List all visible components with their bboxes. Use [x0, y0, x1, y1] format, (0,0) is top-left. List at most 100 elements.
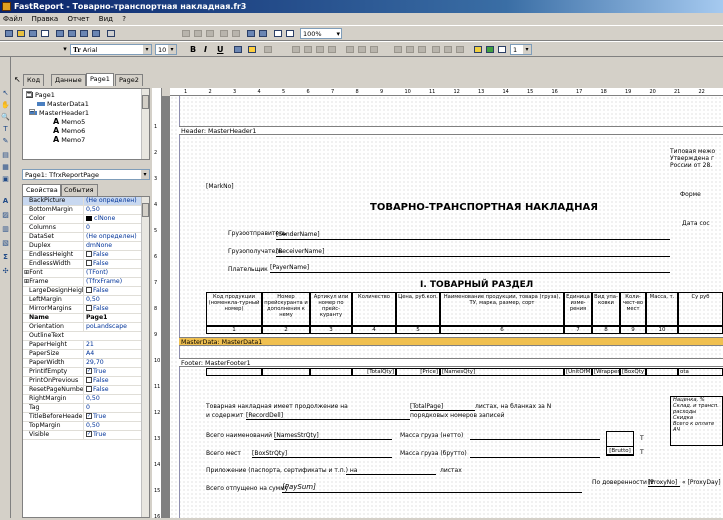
tree-node-memo6[interactable]: A Memo6: [53, 127, 85, 136]
preview-icon[interactable]: [39, 28, 51, 39]
prop-row[interactable]: PrintOnPrevious False: [23, 377, 142, 386]
footer-cell[interactable]: [646, 368, 678, 376]
subreport-object-icon[interactable]: ▥: [1, 225, 10, 234]
totals-box[interactable]: Наценка, % Склад. и трансп. расходы Скид…: [670, 396, 723, 446]
tree-node-masterheader1[interactable]: − MasterHeader1: [29, 109, 89, 117]
memo-corner-1[interactable]: Типовая межо: [670, 148, 715, 155]
text-object-icon[interactable]: A: [1, 197, 10, 206]
align-right-icon[interactable]: [314, 44, 326, 55]
cut-icon[interactable]: [180, 28, 192, 39]
memo-places-total[interactable]: Всего мест: [206, 450, 241, 457]
new-page-icon[interactable]: [54, 28, 66, 39]
new-dialog-icon[interactable]: [66, 28, 78, 39]
prop-row[interactable]: Tag 0: [23, 404, 142, 413]
memo-names-str[interactable]: [NamesStrQty]: [274, 432, 319, 439]
align-left-icon[interactable]: [290, 44, 302, 55]
bold-button[interactable]: B: [190, 43, 196, 56]
prop-row[interactable]: EndlessWidth False: [23, 260, 142, 269]
copy-icon[interactable]: [192, 28, 204, 39]
prop-row[interactable]: ⊞Font (TFont): [23, 269, 142, 278]
memo-proxy-day[interactable]: « [ProxyDay]: [682, 479, 721, 486]
page-settings-icon[interactable]: [90, 28, 102, 39]
footer-box-qty[interactable]: [BoxQty]: [620, 368, 646, 376]
memo-sheets[interactable]: листах: [440, 467, 462, 474]
col-header-7[interactable]: Единица изме-рения: [564, 292, 592, 326]
prop-row[interactable]: Visible ✓ True: [23, 431, 142, 440]
prop-row[interactable]: TopMargin 0,50: [23, 422, 142, 431]
select-tool-icon[interactable]: ↖: [1, 89, 10, 98]
prop-row[interactable]: RightMargin 0,50: [23, 395, 142, 404]
save-icon[interactable]: [27, 28, 39, 39]
tree-node-memo7[interactable]: A Memo7: [53, 136, 85, 145]
checkbox-checked[interactable]: ✓: [86, 368, 92, 374]
footer-unit[interactable]: [UnitOfM]: [564, 368, 592, 376]
zoom-select[interactable]: 100%: [300, 28, 342, 39]
col-header-8[interactable]: Вид упа-ковки: [592, 292, 620, 326]
checkbox[interactable]: [86, 377, 92, 383]
memo-proxy-text[interactable]: По доверенности N: [592, 479, 653, 486]
col-header-9[interactable]: Коли-чест-во мест: [620, 292, 646, 326]
col-header-10[interactable]: Масса, т.: [646, 292, 678, 326]
memo-payer-value[interactable]: [PayerName]: [270, 264, 309, 271]
style-dropdown-icon[interactable]: ▾: [60, 44, 70, 55]
frame-style-icon[interactable]: [496, 44, 508, 55]
object-selector[interactable]: Page1: TfrxReportPage ▾: [22, 169, 150, 180]
prop-row[interactable]: EndlessHeight False: [23, 251, 142, 260]
memo-released[interactable]: Всего отпущено на сумму: [206, 485, 288, 492]
font-size-select[interactable]: 10 ▾: [155, 44, 177, 55]
checkbox[interactable]: [86, 260, 92, 266]
new-report-icon[interactable]: [3, 28, 15, 39]
tree-scrollbar[interactable]: [141, 89, 149, 159]
col-header-3[interactable]: Артикул или номер по прейс-куранту: [310, 292, 352, 326]
fill-color-icon[interactable]: [472, 44, 484, 55]
footer-total[interactable]: ota: [678, 368, 723, 376]
footer-names-qty[interactable]: [NamesQty]: [440, 368, 564, 376]
font-settings-icon[interactable]: [232, 44, 244, 55]
checkbox[interactable]: [86, 251, 92, 257]
picture-object-icon[interactable]: ▨: [1, 211, 10, 220]
memo-record-dell[interactable]: [RecordDell]: [246, 412, 283, 419]
menu-edit[interactable]: Правка: [32, 15, 59, 23]
collapse-icon[interactable]: −: [29, 109, 35, 115]
align-bottom-icon[interactable]: [368, 44, 380, 55]
tab-events[interactable]: События: [60, 184, 98, 196]
scrollbar-thumb[interactable]: [142, 203, 149, 217]
ungroup-icon[interactable]: [257, 28, 269, 39]
tab-page1[interactable]: Page1: [86, 73, 114, 86]
memo-proxy-no[interactable]: [ProxyNo]: [648, 479, 677, 486]
memo-sheets-text[interactable]: листах, на бланках за N: [475, 403, 551, 410]
frame-width-select[interactable]: 1 ▾: [510, 44, 532, 55]
band-masterdata[interactable]: MasterData: MasterData1: [179, 337, 723, 346]
prop-row[interactable]: ResetPageNumbersFalse: [23, 386, 142, 395]
memo-mark-no[interactable]: [MarkNo]: [206, 183, 234, 190]
scrollbar-thumb[interactable]: [142, 95, 149, 109]
memo-attachment[interactable]: Приложение (паспорта, сертификаты и т.п.…: [206, 467, 357, 474]
memo-unit-t1[interactable]: Т: [640, 435, 644, 442]
memo-pay-sum[interactable]: [PaySum]: [282, 484, 316, 491]
undo-icon[interactable]: [218, 28, 230, 39]
underline-button[interactable]: U: [217, 43, 224, 56]
frame-none-icon[interactable]: [454, 44, 466, 55]
shape-object-icon[interactable]: ✣: [1, 267, 10, 276]
checkbox[interactable]: [86, 287, 92, 293]
checkbox[interactable]: [86, 305, 92, 311]
frame-color-icon[interactable]: [484, 44, 496, 55]
menu-view[interactable]: Вид: [99, 15, 113, 23]
align-center-icon[interactable]: [302, 44, 314, 55]
report-page[interactable]: Header: MasterHeader1 Типовая межо Утвер…: [170, 96, 723, 518]
redo-icon[interactable]: [230, 28, 242, 39]
prop-row[interactable]: LargeDesignHeight False: [23, 287, 142, 296]
rotate-icon[interactable]: [262, 44, 274, 55]
show-grid-icon[interactable]: [272, 28, 284, 39]
highlight-icon[interactable]: [246, 44, 258, 55]
memo-total-page[interactable]: [TotalPage]: [410, 403, 443, 410]
hand-tool-icon[interactable]: ✋: [1, 101, 10, 110]
col-header-2[interactable]: Номер прейскуранта и дополнения к нему: [262, 292, 310, 326]
font-name-select[interactable]: Tr Arial ▾: [70, 44, 152, 55]
prop-row[interactable]: PaperWidth 29,70: [23, 359, 142, 368]
paste-icon[interactable]: [204, 28, 216, 39]
memo-forma[interactable]: Форме: [680, 191, 701, 198]
tab-code[interactable]: Код: [23, 74, 45, 86]
prop-row[interactable]: ⊞Frame (TfrxFrame): [23, 278, 142, 287]
inspector-scrollbar[interactable]: [141, 197, 149, 517]
